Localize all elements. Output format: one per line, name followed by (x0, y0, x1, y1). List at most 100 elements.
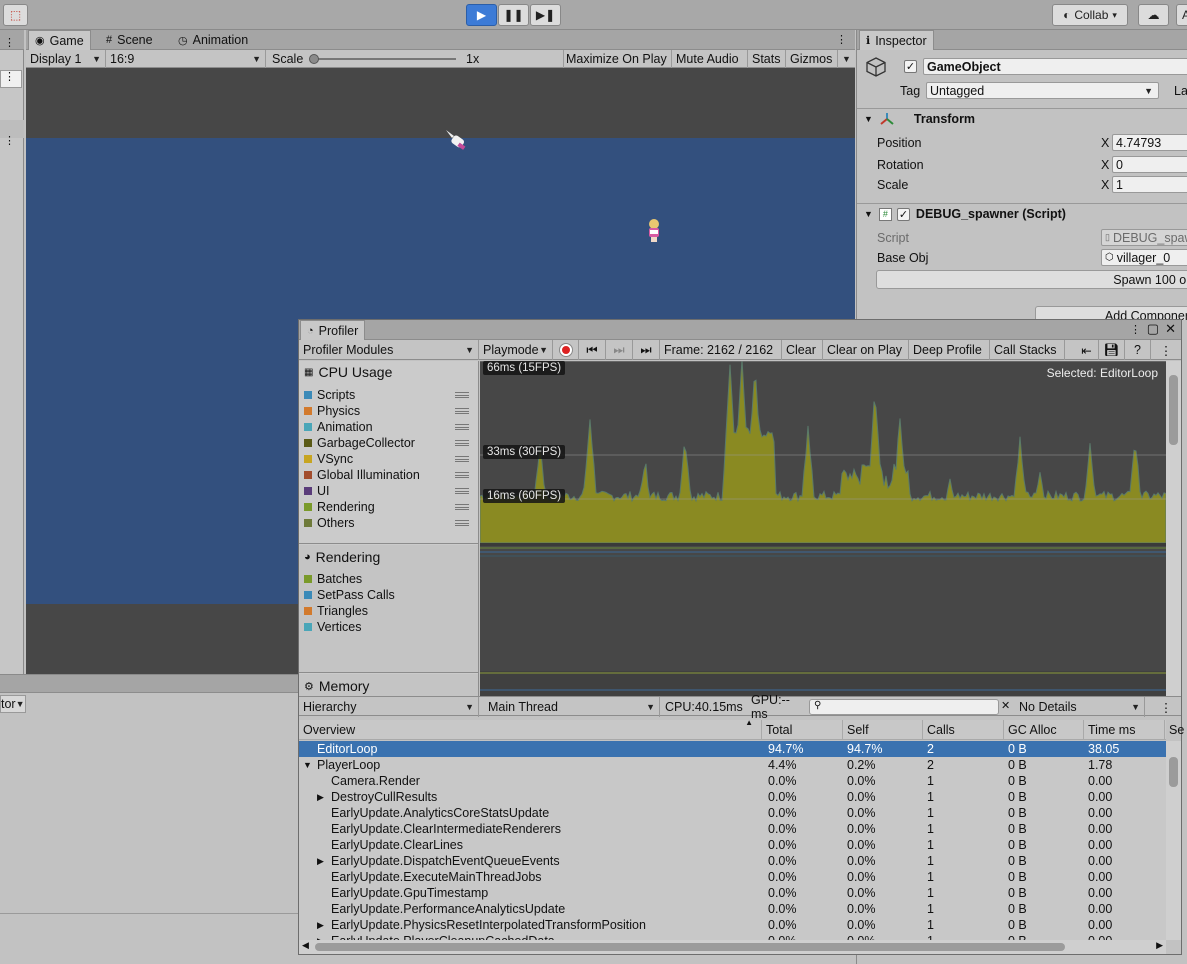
expand-toggle-icon[interactable]: ▶ (317, 853, 324, 869)
previous-frame-button[interactable]: ⏮ (579, 340, 606, 360)
table-row[interactable]: ▶ EarlyUpdate.DispatchEventQueueEvents 0.0… (299, 853, 1166, 869)
save-button[interactable]: 💾︎ (1099, 340, 1125, 360)
legend-item[interactable]: Physics (304, 403, 474, 419)
tools-icon[interactable]: ⬚ (3, 4, 28, 26)
drag-handle-icon[interactable] (455, 440, 469, 446)
profiler-modules-dropdown[interactable]: Profiler Modules ▼ (299, 340, 479, 360)
drag-handle-icon[interactable] (455, 504, 469, 510)
drag-handle-icon[interactable] (455, 424, 469, 430)
drag-handle-icon[interactable] (455, 392, 469, 398)
legend-item[interactable]: UI (304, 483, 474, 499)
view-dropdown[interactable]: Hierarchy ▼ (299, 697, 479, 717)
options-button[interactable]: ⋮ (1151, 340, 1181, 360)
table-row[interactable]: EarlyUpdate.PerformanceAnalyticsUpdate 0.… (299, 901, 1166, 917)
details-search-input[interactable]: ⚲ (809, 699, 999, 715)
legend-item[interactable]: VSync (304, 451, 474, 467)
legend-item[interactable]: Rendering (304, 499, 474, 515)
column-calls[interactable]: Calls (923, 720, 1004, 740)
scroll-right-icon[interactable]: ▶ (1156, 940, 1163, 951)
call-stacks-toggle[interactable]: Call Stacks (990, 340, 1065, 360)
column-total[interactable]: Total (762, 720, 843, 740)
expand-toggle-icon[interactable]: ▼ (303, 757, 312, 773)
account-button[interactable]: A (1176, 4, 1187, 26)
tag-dropdown[interactable]: Untagged ▼ (926, 82, 1159, 99)
gizmos-dropdown[interactable]: ▼ (838, 50, 855, 68)
help-button[interactable]: ? (1125, 340, 1151, 360)
load-button[interactable]: ⇤ (1075, 340, 1099, 360)
table-row[interactable]: EarlyUpdate.ExecuteMainThreadJobs 0.0% 0.0… (299, 869, 1166, 885)
clear-search-icon[interactable]: ✕ (1001, 699, 1010, 712)
scale-slider-track[interactable] (314, 58, 456, 60)
expand-toggle-icon[interactable]: ▶ (317, 933, 324, 941)
legend-item[interactable]: Batches (304, 571, 474, 587)
collab-dropdown[interactable]: ◐ Collab ▾ (1052, 4, 1128, 26)
stats-toggle[interactable]: Stats (748, 50, 786, 68)
close-icon[interactable]: ✕ (1165, 321, 1176, 337)
legend-item[interactable]: SetPass Calls (304, 587, 474, 603)
thread-dropdown[interactable]: Main Thread ▼ (484, 697, 660, 717)
next-frame-button[interactable]: ⏭ (606, 340, 633, 360)
legend-item[interactable]: Vertices (304, 619, 474, 635)
maximize-on-play-toggle[interactable]: Maximize On Play (562, 50, 672, 68)
drag-handle-icon[interactable] (455, 408, 469, 414)
drag-handle-icon[interactable] (455, 488, 469, 494)
step-button[interactable]: ▶❚ (530, 4, 561, 26)
details-hscrollbar-thumb[interactable] (315, 943, 1065, 951)
cpu-module[interactable]: ▦ CPU Usage Scripts Physics Animation Garbag… (299, 361, 478, 544)
clear-on-play-toggle[interactable]: Clear on Play (823, 340, 909, 360)
kebab-menu-icon[interactable]: ⋮ (4, 70, 15, 83)
tab-profiler[interactable]: ◔ Profiler (300, 320, 366, 340)
graph-scrollbar-thumb[interactable] (1169, 375, 1178, 445)
expand-toggle-icon[interactable]: ▶ (317, 917, 324, 933)
memory-module[interactable]: ⚙ Memory (299, 674, 478, 696)
scale-slider-thumb[interactable] (309, 54, 319, 64)
legend-item[interactable]: Triangles (304, 603, 474, 619)
spawn-button[interactable]: Spawn 100 ol (876, 270, 1187, 289)
scroll-left-icon[interactable]: ◀ (302, 940, 309, 951)
table-row[interactable]: ▶ DestroyCullResults 0.0% 0.0% 1 0 B 0.00 (299, 789, 1166, 805)
playmode-dropdown[interactable]: Playmode ▼ (479, 340, 553, 360)
tab-game[interactable]: ◉ Game (28, 30, 91, 50)
tab-animation[interactable]: ◷ Animation (172, 30, 254, 50)
table-row[interactable]: EarlyUpdate.GpuTimestamp 0.0% 0.0% 1 0 B 0.00 (299, 885, 1166, 901)
rendering-module[interactable]: ◕ Rendering Batches SetPass Calls Triangles… (299, 545, 478, 673)
table-row[interactable]: Camera.Render 0.0% 0.0% 1 0 B 0.00 (299, 773, 1166, 789)
deep-profile-toggle[interactable]: Deep Profile (909, 340, 990, 360)
record-button[interactable] (553, 340, 579, 360)
column-time-ms[interactable]: Time ms (1084, 720, 1165, 740)
table-row[interactable]: EarlyUpdate.ClearIntermediateRenderers 0.… (299, 821, 1166, 837)
clear-button[interactable]: Clear (782, 340, 823, 360)
table-row[interactable]: ▶ EarlyUpdate.PhysicsResetInterpolatedTra… (299, 917, 1166, 933)
column-gc-alloc[interactable]: GC Alloc (1004, 720, 1084, 740)
table-row[interactable]: ▶ EarlyUpdate.PlayerCleanupCachedData 0.0%… (299, 933, 1166, 940)
drag-handle-icon[interactable] (455, 520, 469, 526)
legend-item[interactable]: GarbageCollector (304, 435, 474, 451)
drag-handle-icon[interactable] (455, 456, 469, 462)
play-button[interactable]: ▶ (466, 4, 497, 26)
base-obj-field[interactable]: ⬡ villager_0 (1101, 249, 1187, 266)
legend-item[interactable]: Others (304, 515, 474, 531)
display-dropdown[interactable]: Display 1 ▼ (26, 50, 106, 68)
kebab-menu-icon[interactable]: ⋮ (1130, 323, 1141, 336)
console-dropdown[interactable]: tor ▼ (0, 695, 26, 713)
gizmos-toggle[interactable]: Gizmos (786, 50, 838, 68)
cpu-usage-graph[interactable]: 66ms (15FPS) 33ms (30FPS) 16ms (60FPS) S… (480, 361, 1166, 696)
pause-button[interactable]: ❚❚ (498, 4, 529, 26)
column-overview[interactable]: Overview ▲ (299, 718, 762, 740)
tab-scene[interactable]: # Scene (100, 30, 159, 50)
details-scrollbar-thumb[interactable] (1169, 757, 1178, 787)
table-row[interactable]: EarlyUpdate.ClearLines 0.0% 0.0% 1 0 B 0.00 (299, 837, 1166, 853)
table-row[interactable]: ▼ PlayerLoop 4.4% 0.2% 2 0 B 1.78 (299, 757, 1166, 773)
scale-x-input[interactable]: 1 (1112, 176, 1187, 193)
table-row[interactable]: EditorLoop 94.7% 94.7% 2 0 B 38.05 (299, 741, 1166, 757)
legend-item[interactable]: Scripts (304, 387, 474, 403)
column-self-ms[interactable]: Se (1165, 720, 1185, 740)
table-row[interactable]: EarlyUpdate.AnalyticsCoreStatsUpdate 0.0%… (299, 805, 1166, 821)
graph-scrollbar[interactable] (1166, 361, 1181, 696)
rotation-x-input[interactable]: 0 (1112, 156, 1187, 173)
tab-inspector[interactable]: ℹ Inspector (859, 30, 934, 50)
gameobject-name-input[interactable]: GameObject (923, 58, 1187, 75)
script-enabled-checkbox[interactable]: ✓ (896, 207, 910, 221)
legend-item[interactable]: Global Illumination (304, 467, 474, 483)
details-dropdown[interactable]: No Details ▼ (1015, 697, 1145, 717)
